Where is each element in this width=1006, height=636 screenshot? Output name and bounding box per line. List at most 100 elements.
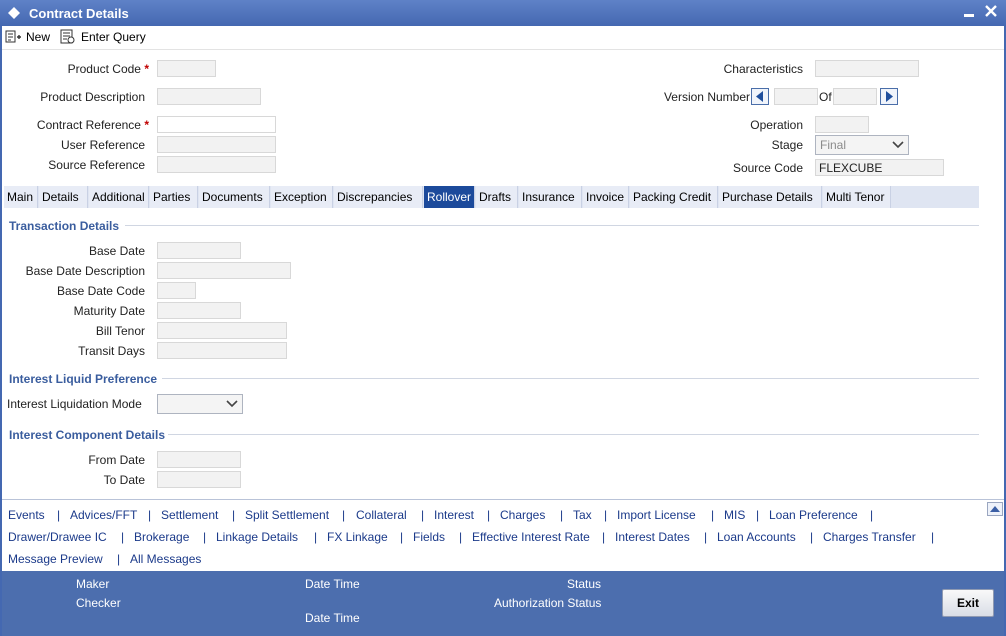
stage-select[interactable]: Final <box>815 135 909 155</box>
operation-field[interactable] <box>815 116 869 133</box>
window-title-bar: Contract Details <box>0 0 1006 26</box>
query-icon <box>60 29 75 44</box>
interest-liquid-preference-title: Interest Liquid Preference <box>9 372 158 386</box>
tab-main[interactable]: Main <box>4 186 38 208</box>
link-mis[interactable]: MIS <box>724 508 745 522</box>
link-separator: | <box>400 530 404 544</box>
link-separator: | <box>57 508 61 522</box>
link-split-settlement[interactable]: Split Settlement <box>245 508 329 522</box>
product-code-field[interactable] <box>157 60 216 77</box>
link-fields[interactable]: Fields <box>413 530 445 544</box>
link-separator: | <box>756 508 760 522</box>
maturity-date-label: Maturity Date <box>73 304 145 318</box>
interest-liquidation-mode-label: Interest Liquidation Mode <box>7 397 142 411</box>
user-reference-field[interactable] <box>157 136 276 153</box>
link-events[interactable]: Events <box>8 508 45 522</box>
new-document-icon <box>5 30 21 43</box>
enter-query-button[interactable]: Enter Query <box>59 29 146 45</box>
link-separator: | <box>148 508 152 522</box>
link-separator: | <box>560 508 564 522</box>
new-button-label: New <box>26 30 51 44</box>
link-advices-fft[interactable]: Advices/FFT <box>70 508 137 522</box>
link-effective-interest-rate[interactable]: Effective Interest Rate <box>472 530 590 544</box>
transit-days-field[interactable] <box>157 342 287 359</box>
window-title: Contract Details <box>29 6 129 21</box>
section-divider <box>168 434 979 435</box>
link-interest[interactable]: Interest <box>434 508 474 522</box>
link-drawer-drawee-ic[interactable]: Drawer/Drawee IC <box>8 530 107 544</box>
link-charges-transfer[interactable]: Charges Transfer <box>823 530 916 544</box>
to-date-field[interactable] <box>157 471 241 488</box>
link-loan-preference[interactable]: Loan Preference <box>769 508 858 522</box>
previous-version-button[interactable] <box>751 88 769 105</box>
tab-exception[interactable]: Exception <box>271 186 333 208</box>
link-brokerage[interactable]: Brokerage <box>134 530 189 544</box>
version-number-field[interactable] <box>774 88 818 105</box>
link-tax[interactable]: Tax <box>573 508 592 522</box>
tab-rollover[interactable]: Rollover <box>424 186 475 208</box>
product-description-field[interactable] <box>157 88 261 105</box>
stage-label: Stage <box>771 138 803 152</box>
characteristics-label: Characteristics <box>723 62 803 76</box>
contract-reference-field[interactable] <box>157 116 276 133</box>
checker-label: Checker <box>76 596 121 610</box>
bill-tenor-field[interactable] <box>157 322 287 339</box>
link-separator: | <box>121 530 125 544</box>
base-date-label: Base Date <box>88 244 145 258</box>
authorization-status-label: Authorization Status <box>494 596 602 610</box>
link-separator: | <box>459 530 463 544</box>
base-date-field[interactable] <box>157 242 241 259</box>
characteristics-field[interactable] <box>815 60 919 77</box>
audit-footer: Maker Date Time Status Checker Authoriza… <box>2 571 1004 636</box>
source-code-label: Source Code <box>732 161 803 175</box>
from-date-field[interactable] <box>157 451 241 468</box>
from-date-label: From Date <box>88 453 145 467</box>
close-icon[interactable] <box>983 2 999 20</box>
product-code-label: Product Code * <box>67 62 149 76</box>
scroll-up-icon[interactable] <box>987 502 1003 516</box>
status-label: Status <box>567 577 602 591</box>
tab-invoice[interactable]: Invoice <box>583 186 629 208</box>
base-date-description-field[interactable] <box>157 262 291 279</box>
link-separator: | <box>870 508 874 522</box>
link-import-license[interactable]: Import License <box>617 508 696 522</box>
tab-documents[interactable]: Documents <box>199 186 270 208</box>
link-fx-linkage[interactable]: FX Linkage <box>327 530 388 544</box>
tab-details[interactable]: Details <box>39 186 88 208</box>
new-button[interactable]: New <box>4 29 50 45</box>
link-settlement[interactable]: Settlement <box>161 508 218 522</box>
base-date-description-label: Base Date Description <box>25 264 145 278</box>
link-charges[interactable]: Charges <box>500 508 545 522</box>
link-interest-dates[interactable]: Interest Dates <box>615 530 690 544</box>
tab-insurance[interactable]: Insurance <box>519 186 582 208</box>
link-separator: | <box>117 552 121 566</box>
tab-drafts[interactable]: Drafts <box>476 186 518 208</box>
tab-additional[interactable]: Additional <box>89 186 149 208</box>
minimize-icon[interactable] <box>962 4 976 20</box>
tab-purchase-details[interactable]: Purchase Details <box>719 186 822 208</box>
exit-button[interactable]: Exit <box>942 589 994 617</box>
next-version-button[interactable] <box>880 88 898 105</box>
source-reference-field[interactable] <box>157 156 276 173</box>
maturity-date-field[interactable] <box>157 302 241 319</box>
base-date-code-field[interactable] <box>157 282 196 299</box>
link-collateral[interactable]: Collateral <box>356 508 407 522</box>
tab-parties[interactable]: Parties <box>150 186 198 208</box>
base-date-code-label: Base Date Code <box>56 284 145 298</box>
source-reference-label: Source Reference <box>48 158 145 172</box>
section-divider <box>125 225 979 226</box>
tab-multi-tenor[interactable]: Multi Tenor <box>823 186 891 208</box>
tab-discrepancies[interactable]: Discrepancies <box>334 186 423 208</box>
link-loan-accounts[interactable]: Loan Accounts <box>717 530 796 544</box>
link-message-preview[interactable]: Message Preview <box>8 552 103 566</box>
tab-bar: Main Details Additional Parties Document… <box>4 186 979 208</box>
section-divider <box>162 378 979 379</box>
tab-packing-credit[interactable]: Packing Credit <box>630 186 718 208</box>
link-linkage-details[interactable]: Linkage Details <box>216 530 298 544</box>
source-code-field: FLEXCUBE <box>815 159 944 176</box>
link-all-messages[interactable]: All Messages <box>130 552 201 566</box>
chevron-down-icon <box>892 141 904 149</box>
interest-liquidation-mode-select[interactable] <box>157 394 243 414</box>
enter-query-label: Enter Query <box>81 30 146 44</box>
link-separator: | <box>232 508 236 522</box>
